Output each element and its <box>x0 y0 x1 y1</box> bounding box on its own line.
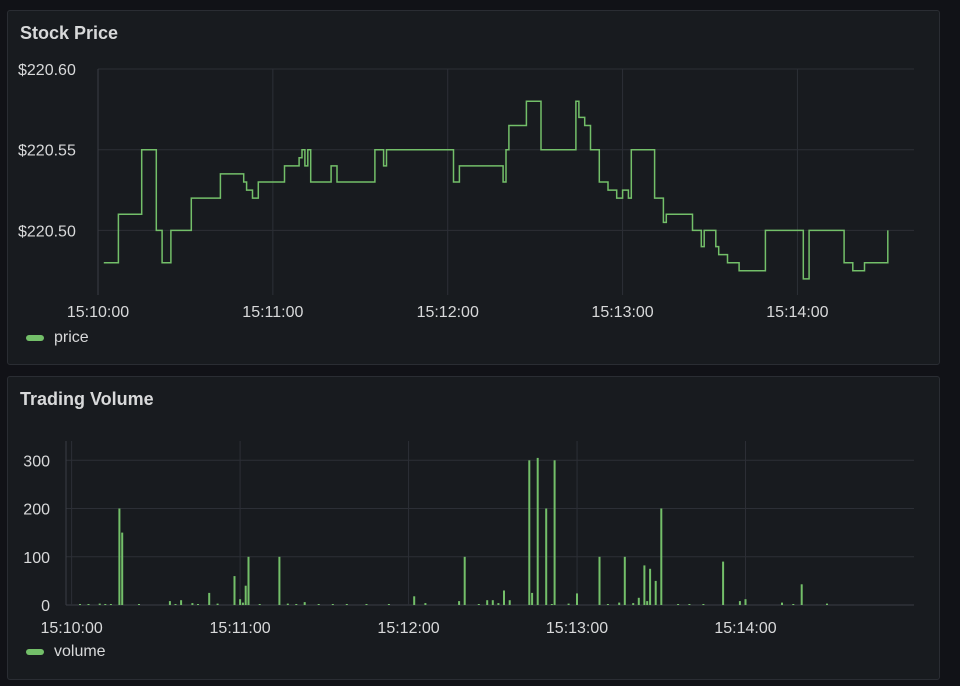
price-legend[interactable]: price <box>26 329 89 347</box>
volume-bar <box>365 604 368 605</box>
price-x-tick-label: 15:13:00 <box>591 304 653 321</box>
volume-bar <box>247 556 250 605</box>
volume-x-tick-label: 15:14:00 <box>714 620 776 637</box>
volume-bar <box>503 590 505 605</box>
volume-bar <box>477 604 480 605</box>
volume-bar <box>576 593 578 605</box>
volume-bar <box>536 457 539 605</box>
volume-bar <box>241 602 244 605</box>
volume-x-tick-label: 15:11:00 <box>210 620 271 637</box>
volume-bar <box>180 600 183 605</box>
volume-bar <box>98 603 101 605</box>
volume-y-tick-label: 100 <box>23 550 50 567</box>
volume-y-tick-label: 200 <box>23 502 50 519</box>
volume-panel: Trading Volume 0 100 200 300 15:10:00 15:11:0… <box>7 376 940 680</box>
volume-bar <box>781 602 783 605</box>
volume-bar <box>567 603 570 605</box>
volume-bar <box>508 600 511 605</box>
volume-bar <box>738 601 741 605</box>
volume-bar <box>606 604 609 605</box>
volume-bar <box>553 460 556 605</box>
volume-bar <box>121 532 124 605</box>
price-x-tick-label: 15:14:00 <box>766 304 828 321</box>
volume-bar <box>413 596 416 605</box>
volume-bar <box>278 556 281 605</box>
volume-bar <box>643 565 646 605</box>
volume-bar <box>174 604 177 605</box>
volume-bar <box>109 604 112 605</box>
volume-bar <box>618 602 621 605</box>
volume-bar <box>208 592 211 605</box>
volume-bar <box>649 568 652 605</box>
volume-x-tick-label: 15:10:00 <box>40 620 102 637</box>
volume-bar <box>244 585 247 605</box>
volume-legend-swatch <box>26 649 44 655</box>
volume-bar <box>79 604 81 605</box>
volume-x-tick-label: 15:12:00 <box>377 620 439 637</box>
price-legend-swatch <box>26 335 44 341</box>
volume-bar <box>598 556 601 605</box>
volume-bar <box>138 604 140 605</box>
volume-bar <box>623 556 626 605</box>
volume-bar <box>646 601 649 605</box>
volume-bar <box>258 604 261 605</box>
volume-bar <box>424 603 427 605</box>
volume-bar <box>702 604 705 605</box>
price-x-tick-label: 15:10:00 <box>67 304 129 321</box>
volume-bar <box>826 603 828 605</box>
volume-bar <box>463 556 466 605</box>
volume-bar <box>744 599 747 605</box>
price-chart[interactable]: $220.50 $220.55 $220.60 15:10:00 15:11:00 15:… <box>8 11 941 366</box>
price-y-tick-label: $220.60 <box>18 62 76 79</box>
volume-bar <box>654 580 657 605</box>
volume-bar <box>660 508 663 605</box>
volume-bar <box>688 604 691 605</box>
volume-bar <box>317 604 320 605</box>
volume-bar <box>632 603 635 605</box>
price-line <box>103 100 889 280</box>
volume-bar <box>722 561 725 605</box>
volume-chart[interactable]: 0 100 200 300 15:10:00 15:11:00 15:12:00 15:13:… <box>8 377 941 681</box>
volume-bar <box>118 508 121 605</box>
volume-bar <box>87 604 90 605</box>
price-x-tick-label: 15:12:00 <box>417 304 479 321</box>
price-y-tick-label: $220.55 <box>18 143 76 160</box>
volume-bar <box>197 604 199 605</box>
volume-bar <box>239 599 242 605</box>
volume-y-tick-label: 0 <box>41 598 50 615</box>
volume-bar <box>677 604 680 605</box>
volume-bar <box>458 601 461 605</box>
volume-y-tick-label: 300 <box>23 453 50 470</box>
price-legend-label: price <box>54 329 89 346</box>
volume-bar <box>550 604 553 605</box>
volume-bar <box>387 604 390 605</box>
volume-bar <box>295 604 298 605</box>
volume-bar <box>497 603 500 605</box>
volume-bar <box>491 600 494 605</box>
volume-bar <box>800 584 803 605</box>
volume-bar <box>486 600 489 605</box>
price-x-tick-label: 15:11:00 <box>242 304 303 321</box>
volume-bar <box>286 603 289 605</box>
volume-bar <box>528 460 531 605</box>
volume-bar <box>168 601 171 605</box>
volume-bar <box>531 592 534 605</box>
volume-bar <box>303 602 306 605</box>
volume-x-tick-label: 15:13:00 <box>546 620 608 637</box>
volume-bar <box>545 508 548 605</box>
price-y-tick-label: $220.50 <box>18 223 76 240</box>
volume-bar <box>792 604 795 605</box>
price-panel: Stock Price $220.50 $220.55 $220.60 15:10:0… <box>7 10 940 365</box>
volume-bar <box>233 576 236 605</box>
volume-bar <box>104 604 107 605</box>
volume-legend-label: volume <box>54 643 106 660</box>
volume-legend[interactable]: volume <box>26 643 106 661</box>
volume-bar <box>637 597 640 605</box>
volume-bar <box>331 604 334 605</box>
volume-bar <box>345 604 348 605</box>
volume-bar <box>216 603 219 605</box>
volume-bar <box>191 603 194 605</box>
